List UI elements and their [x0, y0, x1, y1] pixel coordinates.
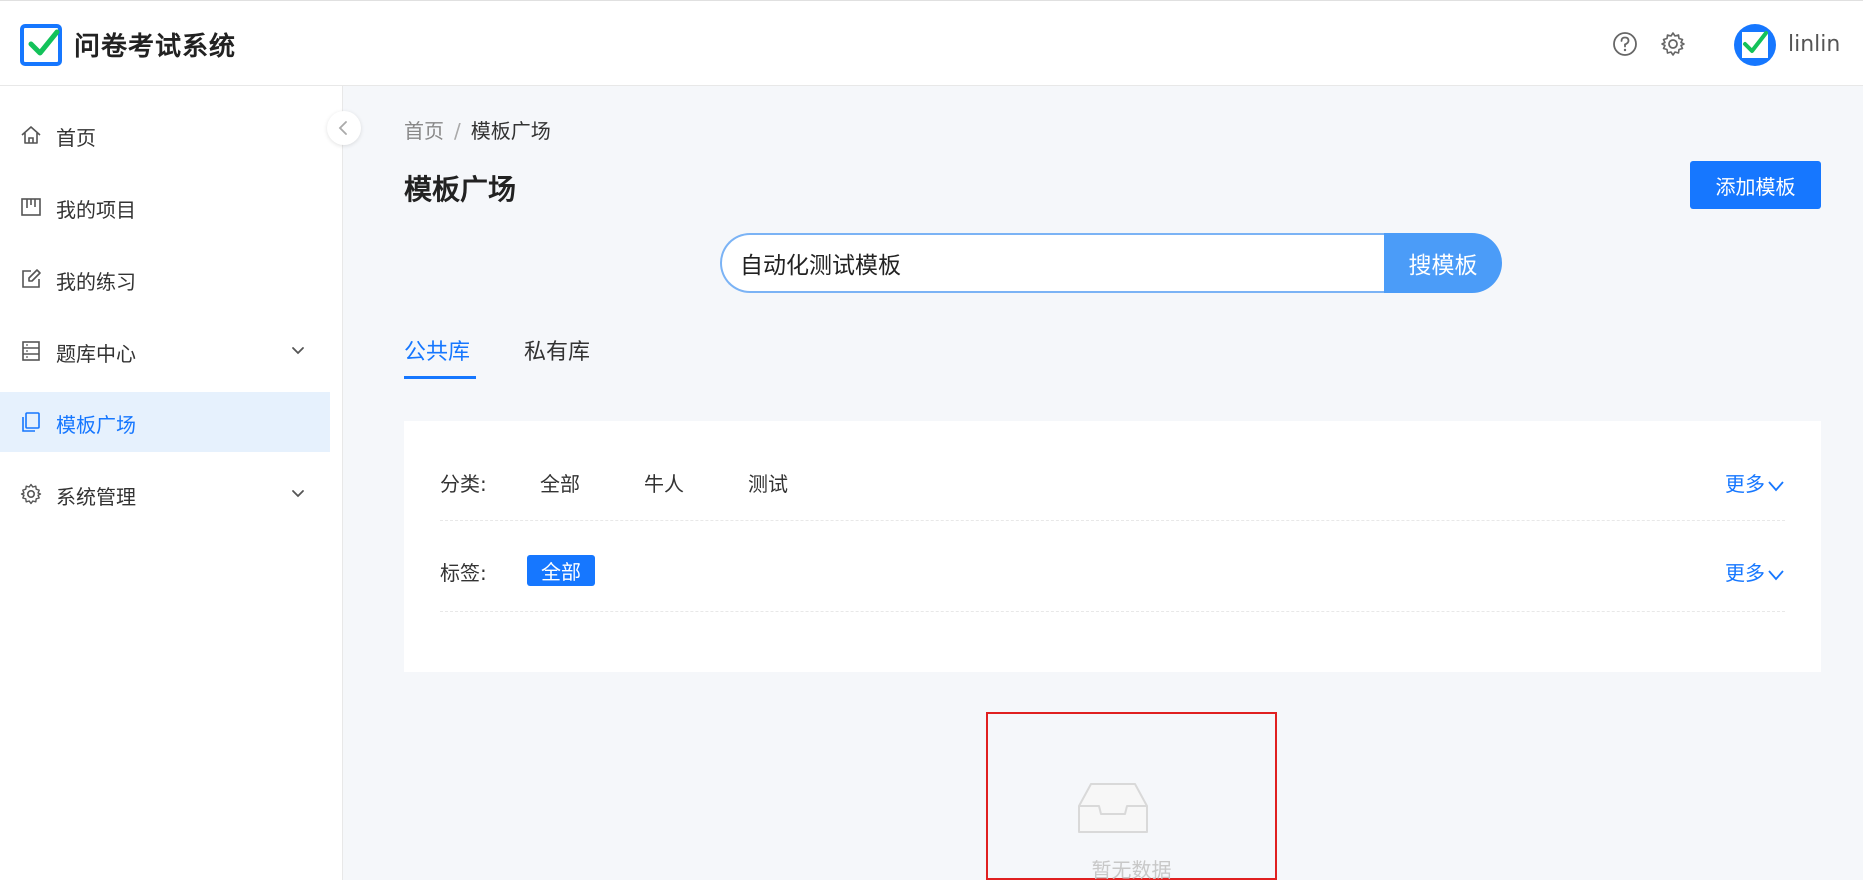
chevron-down-icon: [1768, 480, 1784, 491]
tab-private-library[interactable]: 私有库: [524, 334, 590, 366]
filter-divider: [440, 611, 1785, 612]
avatar[interactable]: [1734, 24, 1776, 66]
filter-panel: 分类: 全部 牛人 测试 更多 标签: 全部 更多: [404, 421, 1821, 672]
project-board-icon: [21, 198, 41, 216]
template-search: 搜模板: [720, 233, 1502, 293]
sidebar-item-label: 模板广场: [56, 413, 136, 437]
sidebar-item-system-admin[interactable]: 系统管理: [0, 464, 330, 524]
category-option[interactable]: 全部: [540, 468, 580, 497]
settings-icon[interactable]: [1660, 31, 1686, 57]
search-input[interactable]: [720, 233, 1385, 293]
breadcrumb-separator: /: [454, 119, 461, 143]
copy-icon: [22, 412, 40, 432]
category-option[interactable]: 测试: [748, 468, 788, 497]
tag-option-selected[interactable]: 全部: [527, 555, 595, 586]
category-label: 分类:: [440, 472, 487, 496]
app-logo: [20, 24, 62, 66]
add-template-button[interactable]: 添加模板: [1690, 161, 1821, 209]
database-icon: [22, 341, 40, 361]
username[interactable]: linlin: [1788, 32, 1840, 57]
sidebar-collapse-button[interactable]: [327, 111, 361, 145]
sidebar-item-projects[interactable]: 我的项目: [0, 177, 330, 237]
sidebar-item-label: 我的练习: [56, 270, 136, 294]
sidebar-item-practice[interactable]: 我的练习: [0, 249, 330, 309]
empty-text: 暂无数据: [1091, 858, 1172, 880]
active-tab-indicator: [404, 376, 476, 379]
inbox-icon: [1078, 783, 1148, 833]
sidebar-item-label: 系统管理: [56, 485, 136, 509]
help-icon[interactable]: [1612, 31, 1638, 57]
edit-icon: [22, 269, 41, 288]
category-more-label: 更多: [1725, 472, 1765, 496]
chevron-down-icon: [1768, 569, 1784, 580]
breadcrumb-current: 模板广场: [470, 119, 551, 143]
tag-more-label: 更多: [1725, 561, 1765, 585]
search-button[interactable]: 搜模板: [1384, 233, 1502, 293]
sidebar-item-home[interactable]: 首页: [0, 105, 330, 165]
chevron-down-icon: [292, 490, 304, 498]
sidebar-item-question-bank[interactable]: 题库中心: [0, 321, 330, 381]
gear-icon: [20, 483, 42, 505]
category-option[interactable]: 牛人: [644, 468, 684, 497]
sidebar-item-label: 题库中心: [56, 342, 136, 366]
tag-more-toggle[interactable]: 更多: [1725, 557, 1785, 586]
top-header: 问卷考试系统 linlin: [0, 0, 1863, 86]
home-icon: [21, 126, 41, 144]
avatar-check-icon: [1742, 31, 1768, 58]
tag-label: 标签:: [440, 561, 487, 585]
category-more-toggle[interactable]: 更多: [1725, 468, 1785, 497]
check-logo-icon: [28, 29, 60, 56]
chevron-down-icon: [292, 347, 304, 355]
sidebar-item-label: 我的项目: [56, 198, 136, 222]
page-title: 模板广场: [404, 173, 517, 206]
sidebar-item-template-square[interactable]: 模板广场: [0, 392, 330, 452]
tab-public-library[interactable]: 公共库: [404, 334, 470, 366]
breadcrumb-home[interactable]: 首页: [404, 119, 444, 143]
chevron-left-icon: [338, 121, 347, 135]
sidebar: 首页 我的项目 我的练习 题库中心 模板广场 系统管理: [0, 86, 343, 880]
app-title: 问卷考试系统: [74, 32, 237, 62]
empty-state: 暂无数据: [986, 712, 1277, 880]
filter-divider: [440, 520, 1785, 521]
sidebar-item-label: 首页: [56, 126, 96, 150]
breadcrumb: 首页 / 模板广场: [404, 115, 551, 144]
